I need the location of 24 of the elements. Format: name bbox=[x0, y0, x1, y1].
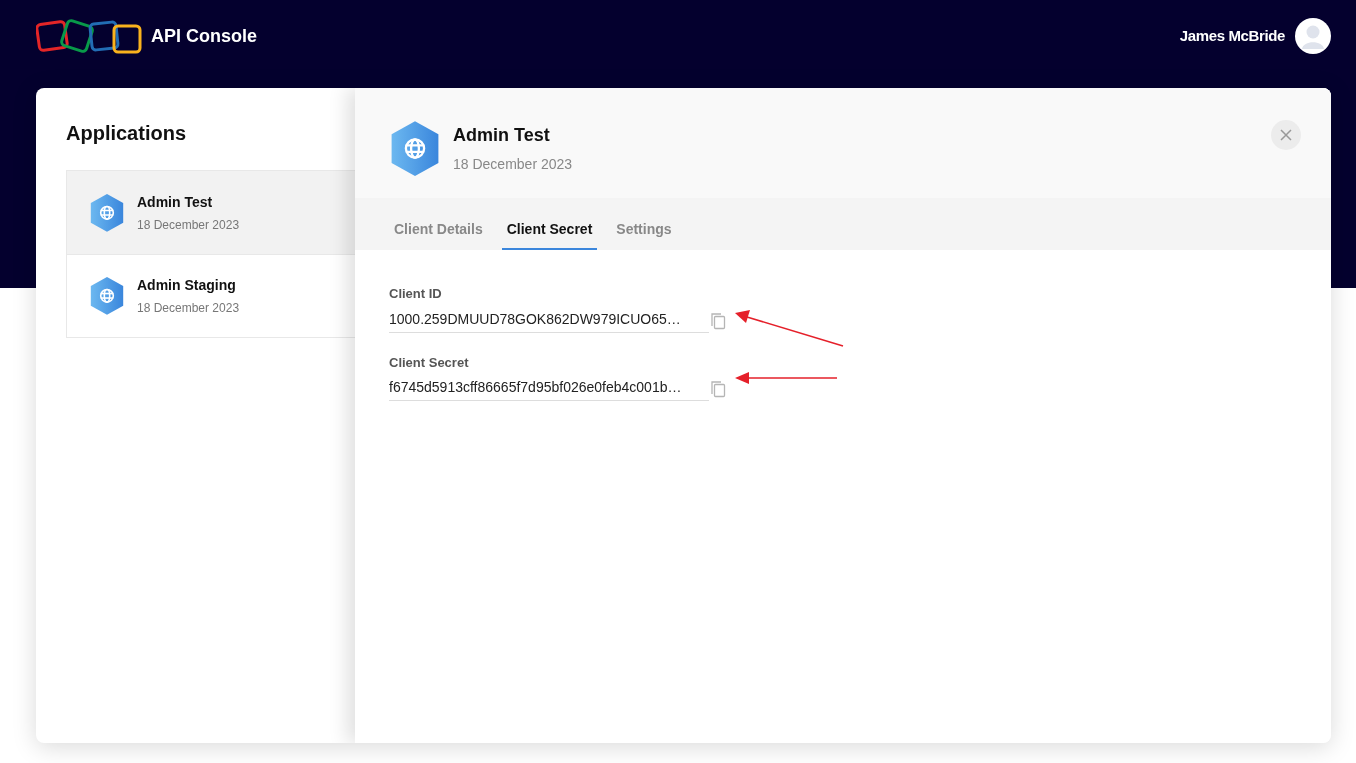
globe-app-icon bbox=[389, 120, 441, 178]
application-item[interactable]: Admin Test 18 December 2023 bbox=[67, 171, 355, 254]
tab[interactable]: Client Secret bbox=[501, 210, 598, 250]
application-name: Admin Test bbox=[137, 192, 214, 212]
user-name: James McBride bbox=[1179, 25, 1285, 46]
close-icon bbox=[1280, 129, 1292, 141]
globe-app-icon bbox=[89, 192, 125, 233]
copy-icon[interactable] bbox=[710, 380, 726, 398]
avatar-icon[interactable] bbox=[1295, 18, 1331, 54]
application-date: 18 December 2023 bbox=[137, 216, 240, 234]
detail-date: 18 December 2023 bbox=[453, 155, 573, 175]
close-button[interactable] bbox=[1271, 120, 1301, 150]
field-value: 1000.259DMUUD78GOK862DW979ICUO65… bbox=[389, 308, 709, 333]
field-label: Client ID bbox=[389, 285, 443, 303]
copy-icon[interactable] bbox=[710, 311, 726, 330]
detail-name: Admin Test bbox=[453, 124, 551, 148]
field-value: f6745d5913cff86665f7d95bf026e0feb4c001b… bbox=[389, 377, 709, 401]
logo-icon bbox=[36, 18, 143, 54]
applications-heading: Applications bbox=[66, 121, 187, 146]
field-label: Client Secret bbox=[389, 353, 470, 372]
application-name: Admin Staging bbox=[137, 276, 237, 295]
app-title: API Console bbox=[151, 24, 257, 48]
application-date: 18 December 2023 bbox=[137, 300, 240, 317]
globe-app-icon bbox=[89, 276, 125, 316]
